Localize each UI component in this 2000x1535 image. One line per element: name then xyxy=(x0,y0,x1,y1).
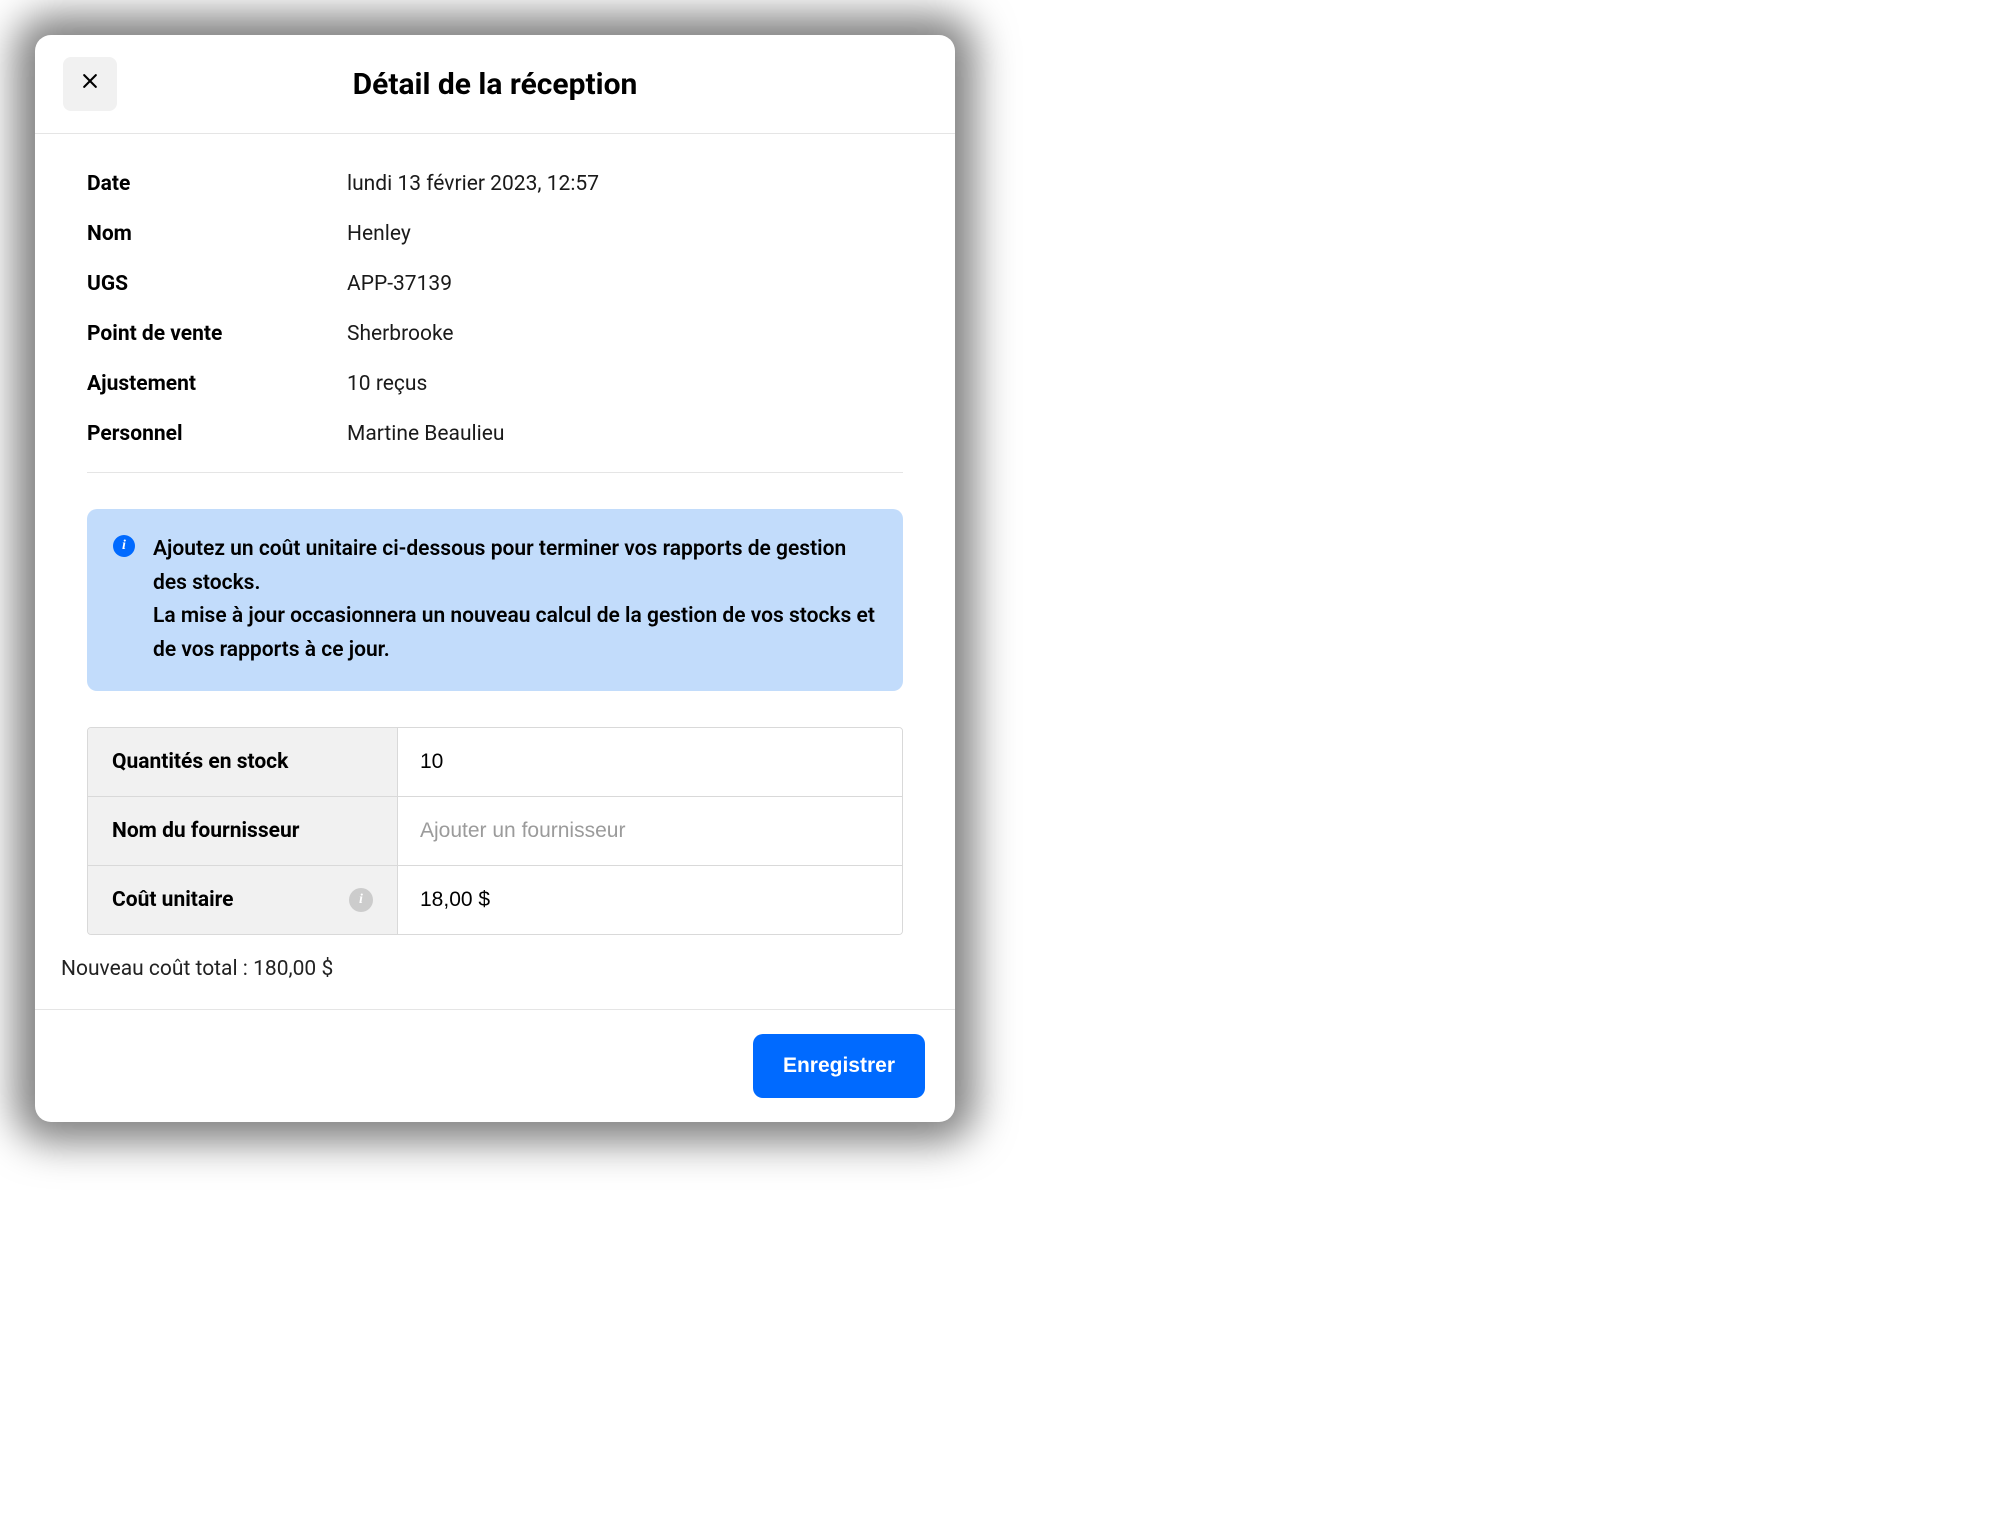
info-text: Ajoutez un coût unitaire ci-dessous pour… xyxy=(153,533,877,667)
form-label-cell: Quantités en stock xyxy=(88,728,398,796)
modal-title: Détail de la réception xyxy=(117,67,873,102)
detail-label: Ajustement xyxy=(87,372,347,396)
detail-row-date: Date lundi 13 février 2023, 12:57 xyxy=(87,172,903,196)
info-icon: i xyxy=(113,535,135,557)
close-icon xyxy=(80,70,100,98)
form-input-cell xyxy=(398,866,902,934)
form-input-cell xyxy=(398,728,902,796)
form-table: Quantités en stock Nom du fournisseur Co… xyxy=(87,727,903,935)
close-button[interactable] xyxy=(63,57,117,111)
vendor-input[interactable] xyxy=(398,797,902,865)
detail-value: APP-37139 xyxy=(347,272,452,296)
info-banner: i Ajoutez un coût unitaire ci-dessous po… xyxy=(87,509,903,691)
stock-label: Quantités en stock xyxy=(112,750,288,774)
form-label-cell: Coût unitaire i xyxy=(88,866,398,934)
detail-label: Personnel xyxy=(87,422,347,446)
detail-label: UGS xyxy=(87,272,347,296)
modal-header: Détail de la réception xyxy=(35,35,955,134)
form-label-cell: Nom du fournisseur xyxy=(88,797,398,865)
new-total-cost: Nouveau coût total : 180,00 $ xyxy=(61,957,903,981)
detail-value: Martine Beaulieu xyxy=(347,422,504,446)
unit-cost-input[interactable] xyxy=(398,866,902,934)
detail-row-name: Nom Henley xyxy=(87,222,903,246)
form-row-vendor: Nom du fournisseur xyxy=(88,797,902,866)
detail-value: lundi 13 février 2023, 12:57 xyxy=(347,172,599,196)
detail-value: Henley xyxy=(347,222,411,246)
vendor-label: Nom du fournisseur xyxy=(112,819,299,843)
modal-body: Date lundi 13 février 2023, 12:57 Nom He… xyxy=(35,134,955,1009)
detail-label: Date xyxy=(87,172,347,196)
divider xyxy=(87,472,903,473)
detail-row-location: Point de vente Sherbrooke xyxy=(87,322,903,346)
reception-detail-modal: Détail de la réception Date lundi 13 fév… xyxy=(35,35,955,1122)
detail-row-sku: UGS APP-37139 xyxy=(87,272,903,296)
form-input-cell xyxy=(398,797,902,865)
detail-label: Point de vente xyxy=(87,322,347,346)
detail-row-adjustment: Ajustement 10 reçus xyxy=(87,372,903,396)
detail-label: Nom xyxy=(87,222,347,246)
form-row-unit-cost: Coût unitaire i xyxy=(88,866,902,934)
save-button[interactable]: Enregistrer xyxy=(753,1034,925,1098)
detail-row-staff: Personnel Martine Beaulieu xyxy=(87,422,903,446)
form-row-stock: Quantités en stock xyxy=(88,728,902,797)
detail-value: 10 reçus xyxy=(347,372,427,396)
modal-footer: Enregistrer xyxy=(35,1009,955,1122)
unit-cost-label: Coût unitaire xyxy=(112,888,234,912)
stock-input[interactable] xyxy=(398,728,902,796)
help-icon[interactable]: i xyxy=(349,888,373,912)
detail-value: Sherbrooke xyxy=(347,322,454,346)
